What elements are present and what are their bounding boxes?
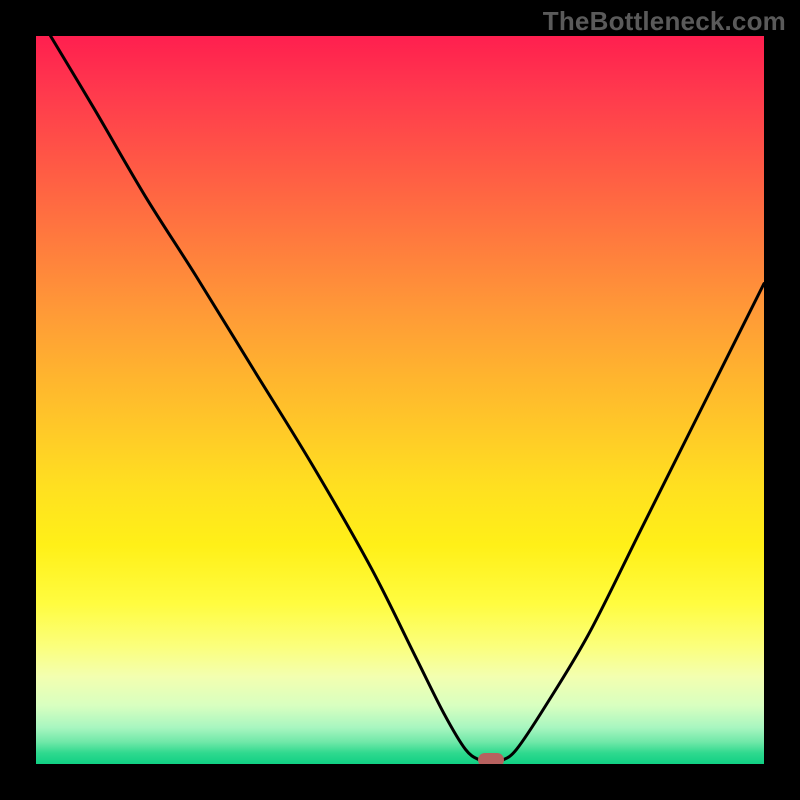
plot-area [36, 36, 764, 764]
bottleneck-curve [36, 36, 764, 764]
watermark-text: TheBottleneck.com [543, 6, 786, 37]
chart-container: TheBottleneck.com [0, 0, 800, 800]
optimal-marker [478, 753, 504, 764]
